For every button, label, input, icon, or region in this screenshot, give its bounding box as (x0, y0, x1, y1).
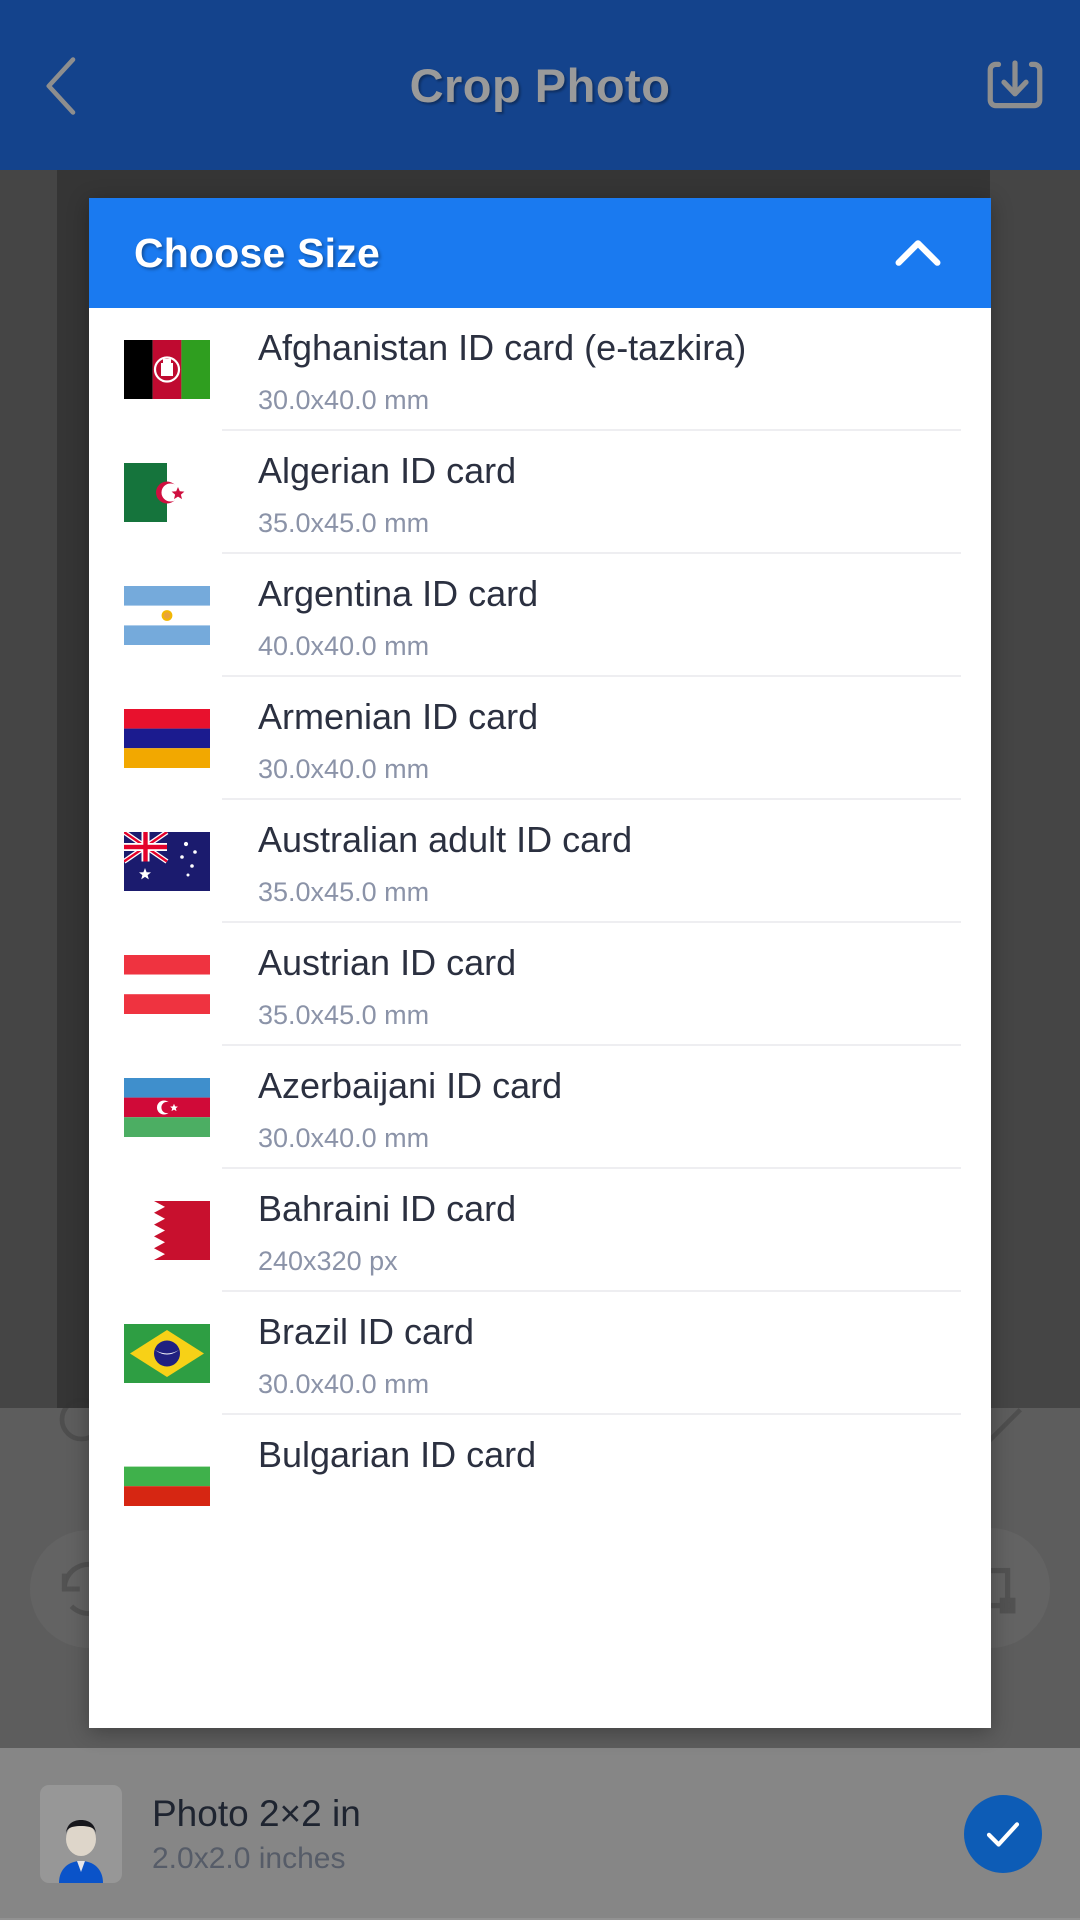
size-item-texts: Austrian ID card 35.0x45.0 mm (222, 923, 961, 1046)
size-list: Afghanistan ID card (e-tazkira) 30.0x40.0… (89, 308, 991, 1538)
flag-algeria-icon (122, 431, 222, 554)
flag-image (124, 709, 210, 768)
size-item-label: Bulgarian ID card (258, 1434, 537, 1475)
flag-bulgaria-icon (122, 1415, 222, 1538)
confirm-button[interactable] (964, 1795, 1042, 1873)
crop-photo-screen: Crop Photo Choose Size Afghanistan ID ca… (0, 0, 1080, 1920)
size-item-texts: Brazil ID card 30.0x40.0 mm (222, 1292, 961, 1415)
size-item-texts: Armenian ID card 30.0x40.0 mm (222, 677, 961, 800)
selected-size-title: Photo 2×2 in (152, 1792, 361, 1834)
size-list-item[interactable]: Algerian ID card 35.0x45.0 mm (89, 431, 991, 554)
flag-brazil-icon (122, 1292, 222, 1415)
chevron-up-icon (895, 240, 941, 266)
flag-image (124, 1324, 210, 1383)
flag-australia-icon (122, 800, 222, 923)
size-item-texts: Bulgarian ID card (222, 1415, 961, 1538)
size-item-label: Armenian ID card (258, 696, 539, 737)
size-item-texts: Australian adult ID card 35.0x45.0 mm (222, 800, 961, 923)
flag-argentina-icon (122, 554, 222, 677)
size-item-label: Azerbaijani ID card (258, 1065, 563, 1106)
flag-image (124, 586, 210, 645)
size-list-item[interactable]: Bahraini ID card 240x320 px (89, 1169, 991, 1292)
size-item-label: Australian adult ID card (258, 819, 633, 860)
check-icon (986, 1822, 1020, 1847)
size-item-dimensions: 30.0x40.0 mm (258, 1369, 430, 1399)
size-list-item[interactable]: Argentina ID card 40.0x40.0 mm (89, 554, 991, 677)
size-item-texts: Argentina ID card 40.0x40.0 mm (222, 554, 961, 677)
size-item-label: Austrian ID card (258, 942, 517, 983)
size-list-item[interactable]: Azerbaijani ID card 30.0x40.0 mm (89, 1046, 991, 1169)
size-list-scroll[interactable]: Afghanistan ID card (e-tazkira) 30.0x40.0… (89, 308, 991, 1728)
download-save-icon (987, 60, 1043, 109)
selected-size-subtitle: 2.0x2.0 inches (152, 1841, 346, 1875)
size-list-item[interactable]: Brazil ID card 30.0x40.0 mm (89, 1292, 991, 1415)
flag-image (124, 1447, 210, 1506)
size-item-dimensions: 35.0x45.0 mm (258, 508, 430, 538)
person-portrait-icon (59, 1820, 103, 1883)
size-item-label: Algerian ID card (258, 450, 517, 491)
flag-image (124, 832, 210, 891)
size-item-dimensions: 35.0x45.0 mm (258, 877, 430, 907)
page-title: Crop Photo (409, 58, 671, 112)
size-item-dimensions: 40.0x40.0 mm (258, 631, 430, 661)
size-item-dimensions: 30.0x40.0 mm (258, 385, 430, 415)
size-item-label: Bahraini ID card (258, 1188, 517, 1229)
size-list-item[interactable]: Austrian ID card 35.0x45.0 mm (89, 923, 991, 1046)
size-list-item[interactable]: Afghanistan ID card (e-tazkira) 30.0x40.0… (89, 308, 991, 431)
flag-image (124, 1078, 210, 1137)
size-list-item[interactable]: Armenian ID card 30.0x40.0 mm (89, 677, 991, 800)
flag-image (124, 340, 210, 399)
size-item-dimensions: 35.0x45.0 mm (258, 1000, 430, 1030)
selected-size-bar: Photo 2×2 in 2.0x2.0 inches (0, 1748, 1080, 1920)
flag-azerbaijan-icon (122, 1046, 222, 1169)
size-item-dimensions: 30.0x40.0 mm (258, 1123, 430, 1153)
choose-size-dialog: Choose Size Afghanistan ID card (e-tazki… (89, 198, 991, 1728)
flag-bahrain-icon (122, 1169, 222, 1292)
flag-afghanistan-icon (122, 308, 222, 431)
save-button[interactable] (972, 42, 1058, 128)
size-item-dimensions: 30.0x40.0 mm (258, 754, 430, 784)
app-bar: Crop Photo (0, 0, 1080, 170)
flag-image (124, 463, 210, 522)
flag-armenia-icon (122, 677, 222, 800)
size-item-texts: Bahraini ID card 240x320 px (222, 1169, 961, 1292)
size-list-item[interactable]: Bulgarian ID card (89, 1415, 991, 1538)
dialog-title: Choose Size (134, 229, 380, 276)
selected-size-texts: Photo 2×2 in 2.0x2.0 inches (152, 1791, 964, 1878)
size-list-item[interactable]: Australian adult ID card 35.0x45.0 mm (89, 800, 991, 923)
dialog-header[interactable]: Choose Size (89, 198, 991, 308)
size-item-texts: Afghanistan ID card (e-tazkira) 30.0x40.0… (222, 308, 961, 431)
flag-image (124, 955, 210, 1014)
selected-size-thumbnail (40, 1785, 122, 1883)
flag-image (124, 1201, 210, 1260)
size-item-label: Afghanistan ID card (e-tazkira) (258, 327, 747, 368)
collapse-button[interactable] (883, 218, 953, 288)
size-item-texts: Azerbaijani ID card 30.0x40.0 mm (222, 1046, 961, 1169)
size-item-texts: Algerian ID card 35.0x45.0 mm (222, 431, 961, 554)
size-item-label: Argentina ID card (258, 573, 539, 614)
flag-austria-icon (122, 923, 222, 1046)
size-item-label: Brazil ID card (258, 1311, 475, 1352)
size-item-dimensions: 240x320 px (258, 1246, 398, 1276)
